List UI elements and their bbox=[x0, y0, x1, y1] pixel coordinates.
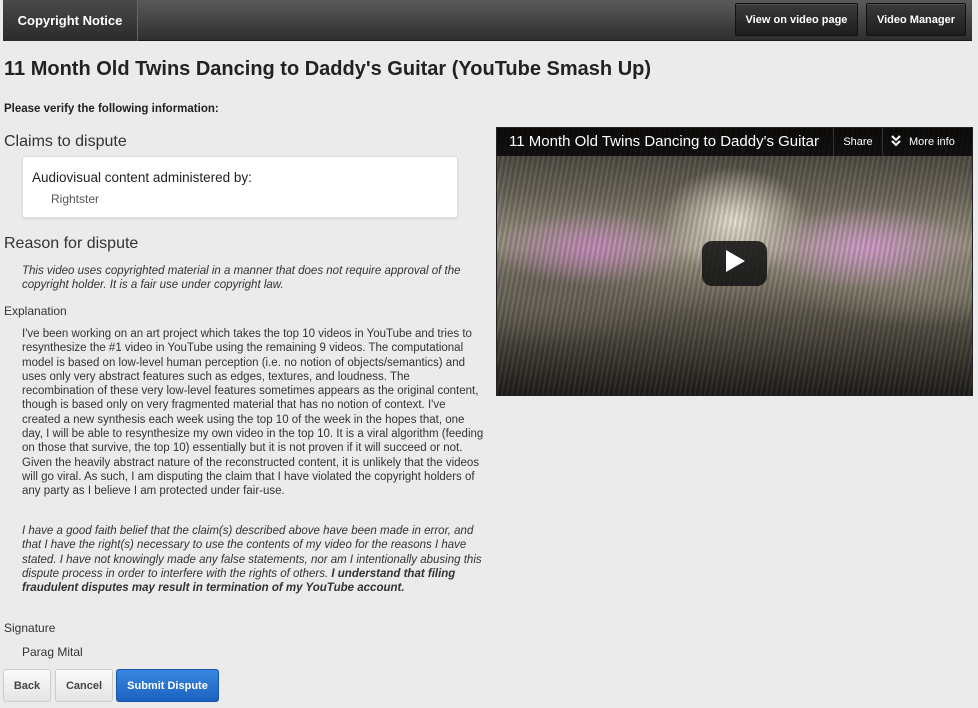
submit-dispute-button[interactable]: Submit Dispute bbox=[116, 669, 219, 702]
claim-title: Audiovisual content administered by: bbox=[32, 170, 252, 185]
signature-name: Parag Mital bbox=[22, 645, 83, 659]
play-icon bbox=[724, 249, 746, 278]
reason-text: This video uses copyrighted material in … bbox=[22, 265, 461, 291]
video-manager-button[interactable]: Video Manager bbox=[866, 3, 966, 36]
good-faith-statement: I have a good faith belief that the clai… bbox=[22, 524, 484, 595]
claims-heading: Claims to dispute bbox=[4, 133, 127, 150]
verify-heading: Please verify the following information: bbox=[4, 103, 219, 115]
video-title[interactable]: 11 Month Old Twins Dancing to Daddy's Gu… bbox=[509, 133, 831, 151]
view-on-video-page-button[interactable]: View on video page bbox=[735, 3, 858, 36]
signature-label: Signature bbox=[4, 621, 56, 635]
video-title-bar: 11 Month Old Twins Dancing to Daddy's Gu… bbox=[497, 128, 972, 156]
cancel-button[interactable]: Cancel bbox=[55, 669, 113, 702]
more-info-icon bbox=[891, 134, 901, 150]
explanation-label: Explanation bbox=[4, 304, 67, 318]
claim-card: Audiovisual content administered by: Rig… bbox=[22, 156, 458, 218]
page-title: 11 Month Old Twins Dancing to Daddy's Gu… bbox=[4, 58, 652, 80]
play-button[interactable] bbox=[702, 241, 767, 286]
top-bar: Copyright Notice View on video page Vide… bbox=[3, 0, 972, 41]
back-button[interactable]: Back bbox=[3, 669, 51, 702]
share-button[interactable]: Share bbox=[833, 128, 882, 156]
explanation-text: I've been working on an art project whic… bbox=[22, 328, 484, 498]
more-info-button[interactable]: More info bbox=[882, 128, 972, 156]
claim-owner: Rightster bbox=[51, 192, 100, 206]
tab-copyright-notice[interactable]: Copyright Notice bbox=[3, 0, 138, 41]
more-info-label: More info bbox=[909, 136, 955, 148]
reason-heading: Reason for dispute bbox=[4, 235, 139, 252]
video-player[interactable]: 11 Month Old Twins Dancing to Daddy's Gu… bbox=[496, 127, 973, 396]
